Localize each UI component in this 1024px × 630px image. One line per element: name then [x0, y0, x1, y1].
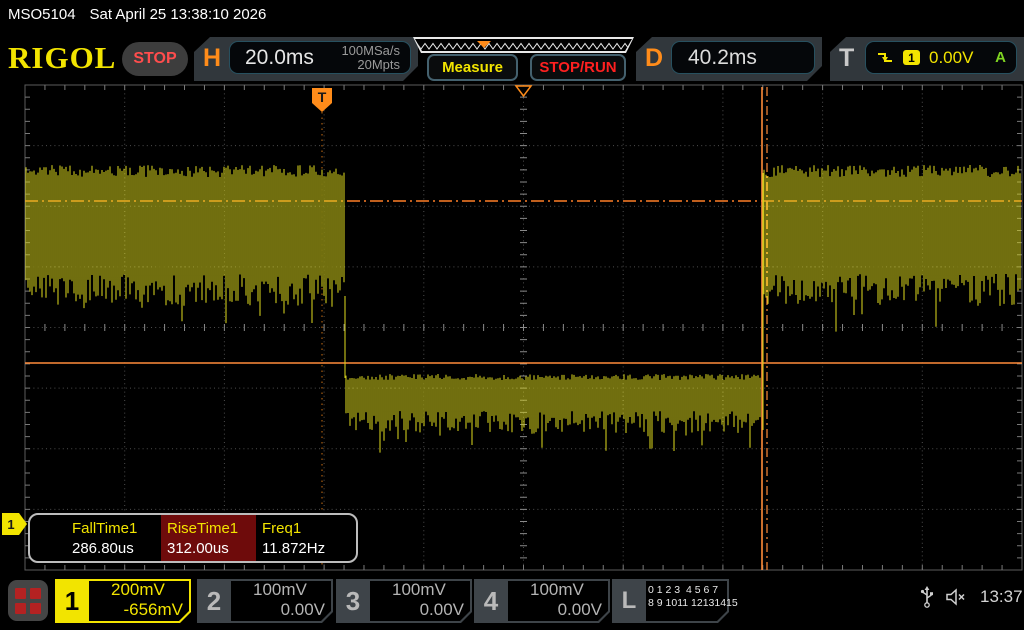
measurement-panel[interactable]: FallTime1 286.80us RiseTime1 312.00us Fr… — [28, 513, 358, 563]
oscilloscope-screen: MSO5104Sat April 25 13:38:10 2026 RIGOL … — [0, 0, 1024, 630]
digital-channels-box[interactable]: L 0 1 2 3 4 5 6 78 9 1011 12131415 — [612, 579, 729, 623]
channel-1-scale: 200mV — [111, 580, 165, 600]
menu-button[interactable] — [8, 580, 48, 621]
speaker-muted-icon — [945, 588, 969, 606]
channel-2-offset: 0.00V — [233, 600, 325, 620]
digital-channels-label: L — [612, 579, 646, 623]
channel-1-offset: -656mV — [91, 600, 183, 620]
channel-3-scale: 100mV — [392, 580, 446, 600]
svg-text:1: 1 — [7, 517, 14, 532]
channel-2-box[interactable]: 2 100mV 0.00V — [197, 579, 333, 623]
channel-3-offset: 0.00V — [372, 600, 464, 620]
channel-3-number: 3 — [336, 579, 370, 623]
clock: 13:37 — [980, 587, 1023, 607]
channel-1-number: 1 — [55, 579, 89, 623]
channel-4-scale: 100mV — [530, 580, 584, 600]
channel-3-box[interactable]: 3 100mV 0.00V — [336, 579, 472, 623]
channel-4-offset: 0.00V — [510, 600, 602, 620]
svg-text:T: T — [318, 89, 327, 105]
channel-1-box[interactable]: 1 200mV -656mV — [55, 579, 191, 623]
channel-2-scale: 100mV — [253, 580, 307, 600]
measurement-freq[interactable]: Freq1 11.872Hz — [256, 515, 351, 561]
measurement-falltime[interactable]: FallTime1 286.80us — [66, 515, 161, 561]
channel-4-box[interactable]: 4 100mV 0.00V — [474, 579, 610, 623]
usb-icon — [920, 586, 934, 608]
digital-channel-numbers: 0 1 2 3 4 5 6 78 9 1011 12131415 — [648, 580, 721, 610]
channel-4-number: 4 — [474, 579, 508, 623]
measurement-risetime[interactable]: RiseTime1 312.00us — [161, 515, 256, 561]
channel-2-number: 2 — [197, 579, 231, 623]
